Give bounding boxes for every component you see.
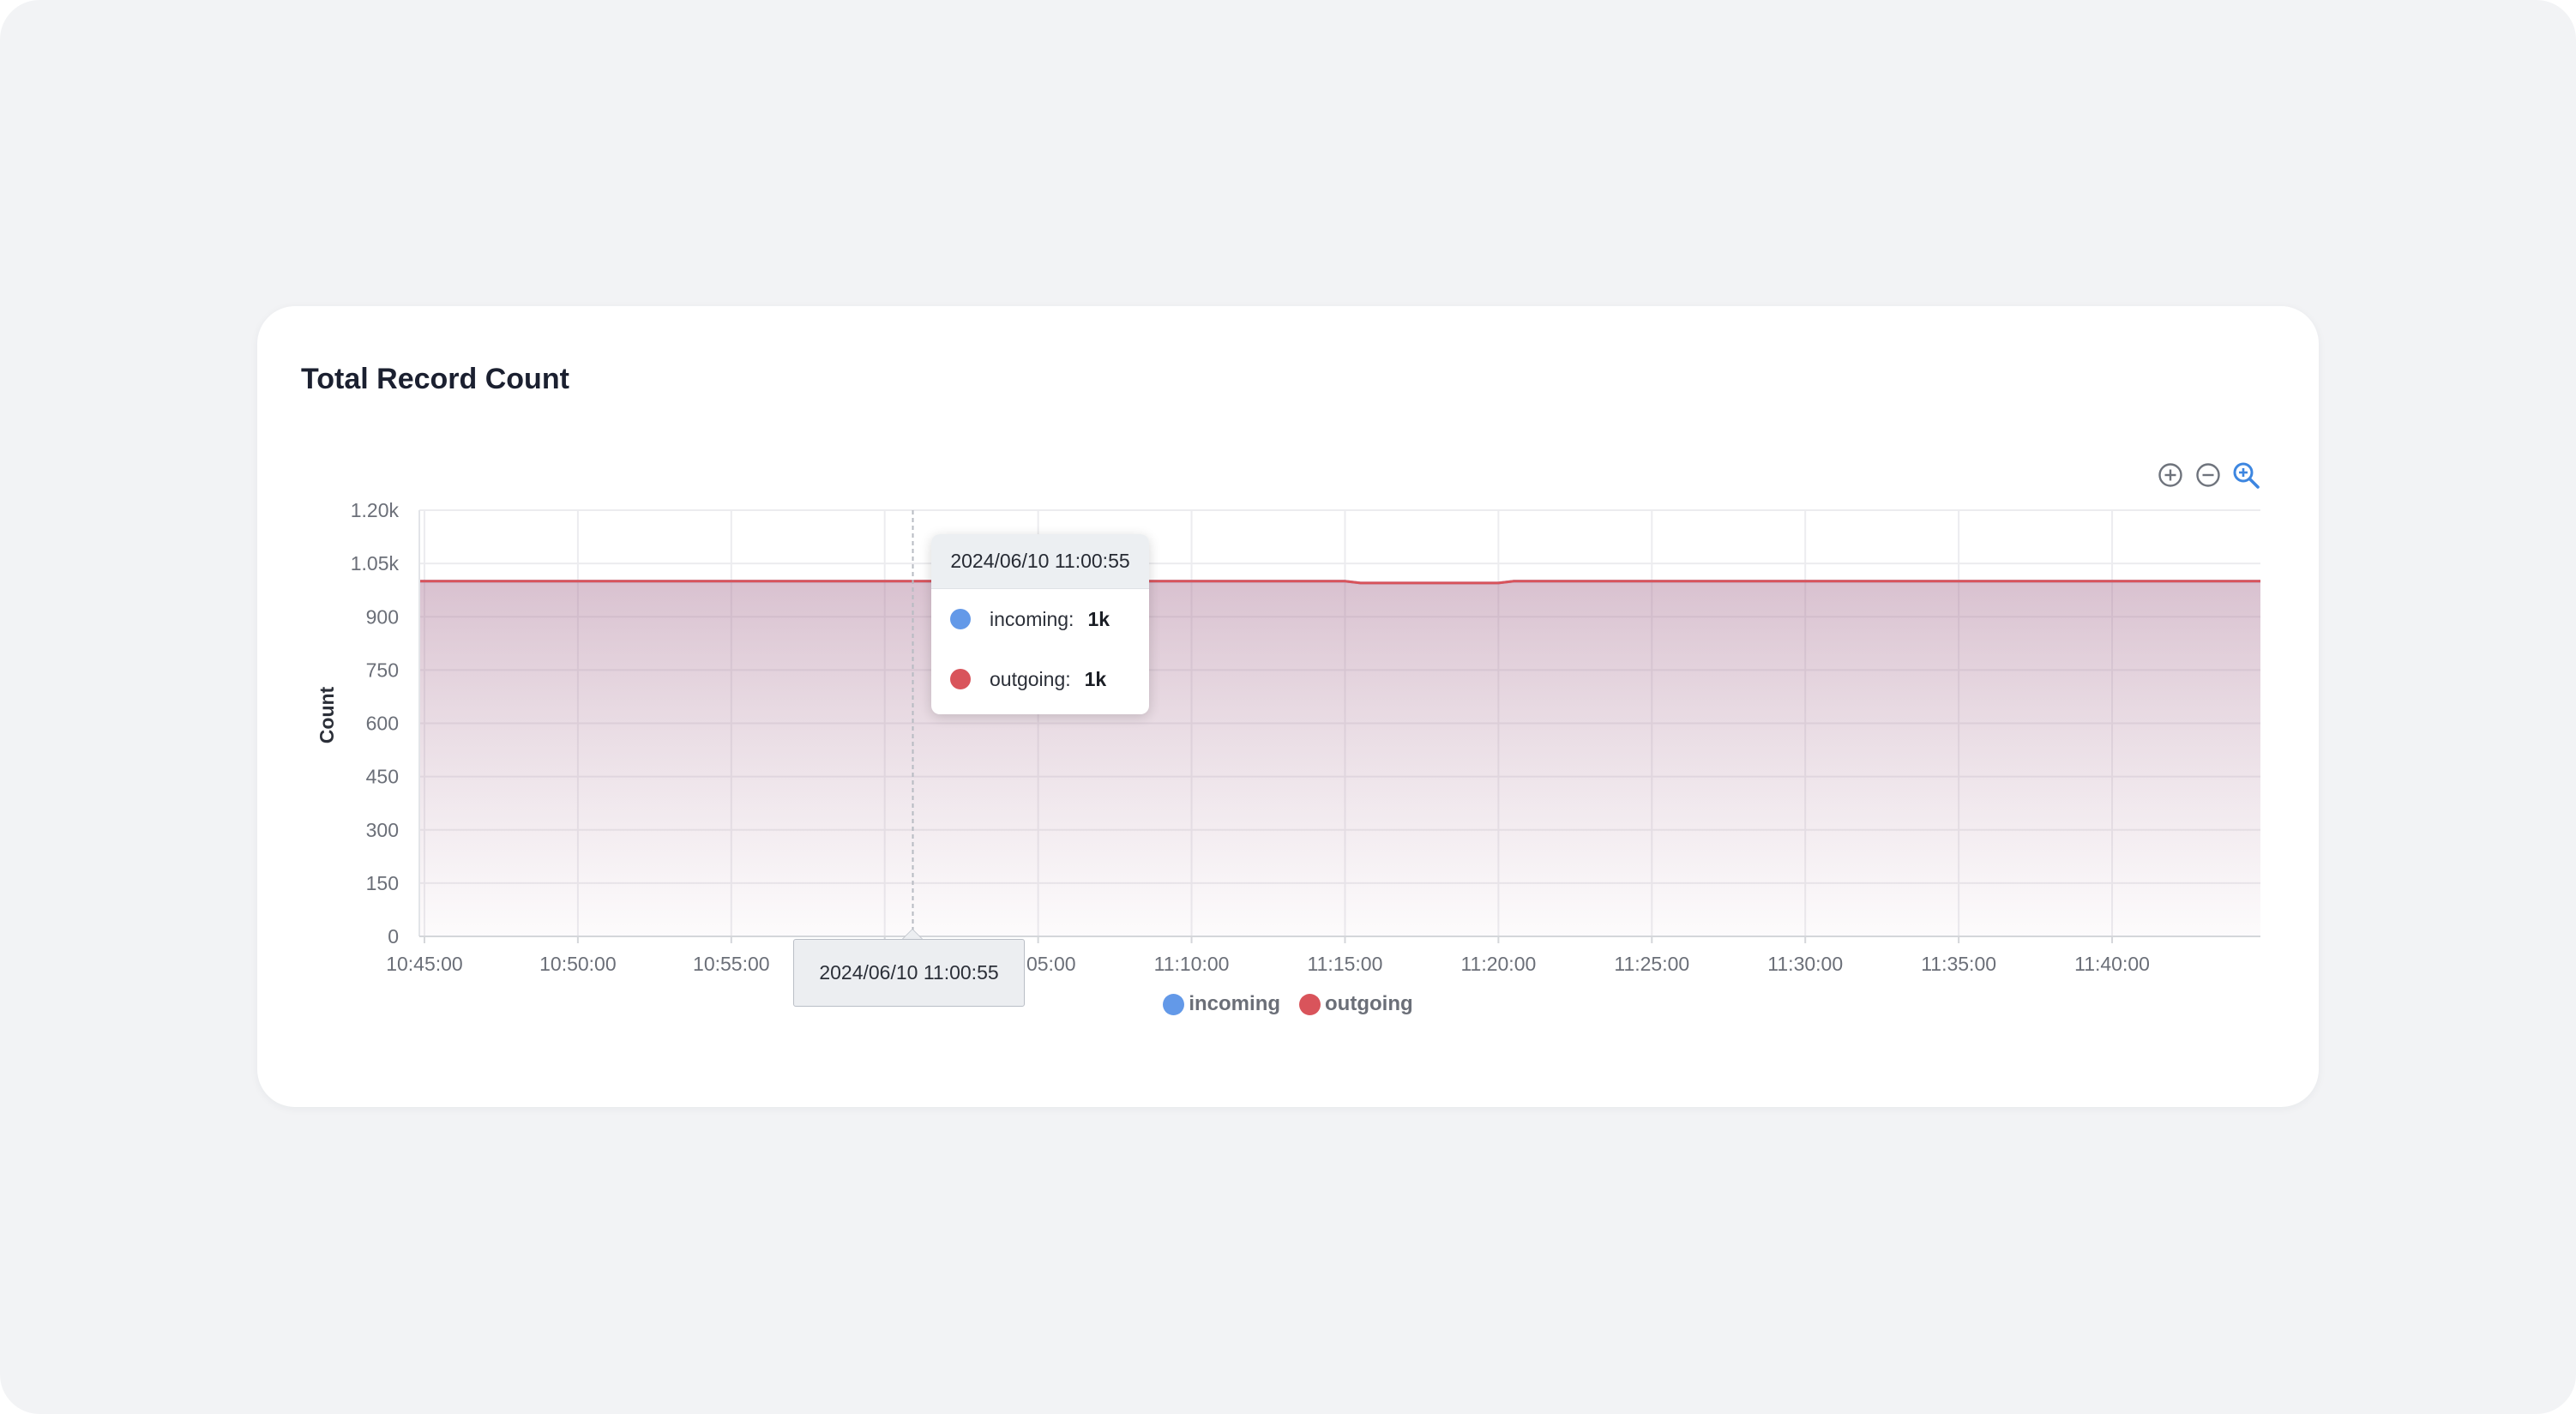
x-tick-label: 11:30:00 xyxy=(1767,953,1843,975)
tooltip-outgoing-label: outgoing: xyxy=(990,667,1071,690)
x-tick-label: 10:55:00 xyxy=(693,953,770,975)
series-areas xyxy=(419,581,2260,936)
x-tick-label: 11:15:00 xyxy=(1308,953,1383,975)
tooltip-row-incoming: incoming: 1k xyxy=(931,589,1149,649)
tooltip-incoming-label: incoming: xyxy=(990,607,1074,630)
y-tick-label: 600 xyxy=(366,713,399,735)
x-tick-label: 11:35:00 xyxy=(1921,953,1996,975)
y-tick-label: 450 xyxy=(366,766,399,788)
chart-tooltip: 2024/06/10 11:00:55 incoming: 1k outgoin… xyxy=(931,534,1149,714)
tooltip-incoming-value: 1k xyxy=(1087,607,1110,630)
y-tick-label: 1.05k xyxy=(351,552,400,575)
y-tick-label: 0 xyxy=(388,925,399,948)
y-axis-title: Count xyxy=(316,686,338,743)
tooltip-incoming-dot xyxy=(950,609,971,629)
axis-pointer-label-arrow xyxy=(902,929,923,939)
y-tick-label: 1.20k xyxy=(351,499,400,521)
y-tick-label: 150 xyxy=(366,872,399,894)
x-tick-label: 10:50:00 xyxy=(539,953,617,975)
tooltip-row-outgoing: outgoing: 1k xyxy=(931,649,1149,709)
x-tick-label: 11:25:00 xyxy=(1614,953,1689,975)
chart-plot-area[interactable]: 0 150 300 450 600 750 900 1.05k 1.20k 10:45:00 10:… xyxy=(257,306,2319,1107)
legend-incoming-label: incoming xyxy=(1189,992,1281,1015)
x-tick-label: 11:20:00 xyxy=(1460,953,1536,975)
y-tick-label: 900 xyxy=(366,605,399,628)
tooltip-title: 2024/06/10 11:00:55 xyxy=(931,534,1149,589)
legend-item-incoming[interactable]: incoming xyxy=(1163,992,1280,1016)
screen-background: Total Record Count 0 150 300 450 600 750… xyxy=(0,0,2576,1414)
x-tick-label: 11:10:00 xyxy=(1154,953,1230,975)
x-tick-label: 11:40:00 xyxy=(2074,953,2150,975)
chart-card: Total Record Count 0 150 300 450 600 750… xyxy=(257,306,2319,1107)
legend-outgoing-label: outgoing xyxy=(1325,992,1413,1015)
y-tick-label: 300 xyxy=(366,819,399,841)
legend-incoming-swatch xyxy=(1163,993,1185,1015)
tooltip-outgoing-value: 1k xyxy=(1084,667,1107,690)
chart-legend: incoming outgoing xyxy=(257,992,2319,1016)
legend-outgoing-swatch xyxy=(1299,993,1321,1015)
series-area-outgoing xyxy=(419,581,2260,936)
y-tick-label: 750 xyxy=(366,659,399,681)
tooltip-outgoing-dot xyxy=(950,669,971,689)
legend-item-outgoing[interactable]: outgoing xyxy=(1299,992,1413,1016)
x-tick-label: 10:45:00 xyxy=(386,953,463,975)
